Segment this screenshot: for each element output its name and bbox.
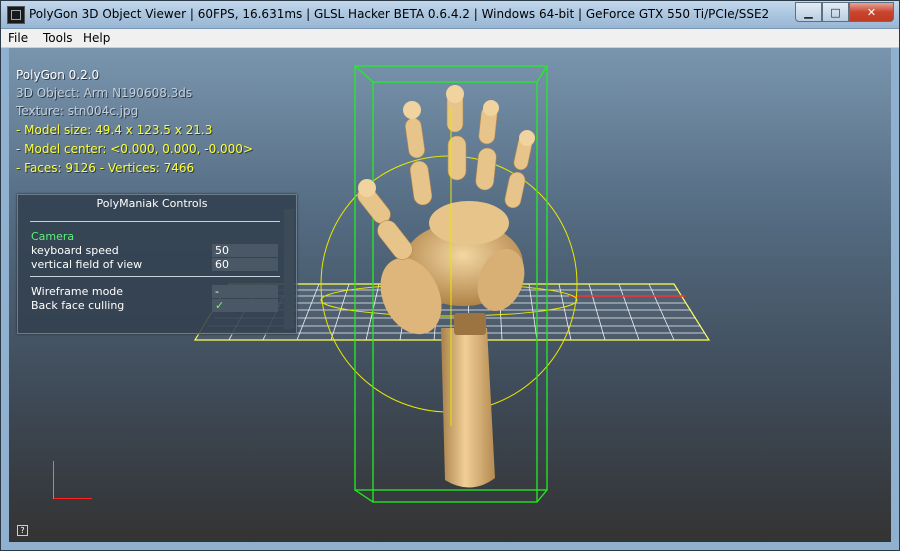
divider [30, 221, 280, 222]
window-title: PolyGon 3D Object Viewer | 60FPS, 16.631… [29, 7, 770, 21]
axis-y-gizmo [53, 461, 54, 499]
keyboard-speed-label: keyboard speed [31, 244, 119, 257]
texture-name: Texture: stn004c.jpg [16, 104, 139, 118]
keyboard-speed-field[interactable]: 50 [212, 244, 278, 257]
window-controls: ▁ □ ✕ [795, 2, 894, 22]
divider [30, 276, 280, 277]
close-button[interactable]: ✕ [849, 2, 894, 22]
polymaniak-controls-panel[interactable]: PolyManiak Controls Camera keyboard spee… [17, 194, 297, 334]
app-icon [7, 6, 25, 24]
wireframe-toggle[interactable]: - [212, 285, 278, 298]
minimize-icon: ▁ [804, 5, 813, 19]
fov-field[interactable]: 60 [212, 258, 278, 271]
menu-help[interactable]: Help [83, 31, 110, 45]
section-camera: Camera [31, 230, 75, 243]
backface-label: Back face culling [31, 299, 125, 312]
title-bar[interactable]: PolyGon 3D Object Viewer | 60FPS, 16.631… [1, 1, 899, 29]
app-window: PolyGon 3D Object Viewer | 60FPS, 16.631… [0, 0, 900, 551]
menu-tools[interactable]: Tools [43, 31, 73, 45]
model-center: - Model center: <0.000, 0.000, -0.000> [16, 142, 253, 156]
axis-x-gizmo [54, 498, 92, 499]
maximize-icon: □ [830, 5, 841, 19]
maximize-button[interactable]: □ [822, 2, 849, 22]
3d-viewport[interactable]: PolyGon 0.2.0 3D Object: Arm N190608.3ds… [9, 48, 891, 542]
backface-toggle[interactable]: ✓ [212, 299, 278, 312]
panel-scrollbar[interactable] [284, 209, 294, 329]
app-version: PolyGon 0.2.0 [16, 68, 100, 82]
menu-file[interactable]: File [8, 31, 28, 45]
wireframe-label: Wireframe mode [31, 285, 124, 298]
close-icon: ✕ [866, 5, 877, 19]
help-button[interactable]: ? [17, 525, 28, 536]
hand-model [357, 85, 535, 488]
fov-label: vertical field of view [31, 258, 143, 271]
faces-vertices: - Faces: 9126 - Vertices: 7466 [16, 161, 195, 175]
menu-bar: File Tools Help [1, 29, 899, 48]
model-size: - Model size: 49.4 x 123.5 x 21.3 [16, 123, 213, 137]
minimize-button[interactable]: ▁ [795, 2, 822, 22]
object-name: 3D Object: Arm N190608.3ds [16, 86, 193, 100]
panel-title: PolyManiak Controls [96, 197, 208, 210]
